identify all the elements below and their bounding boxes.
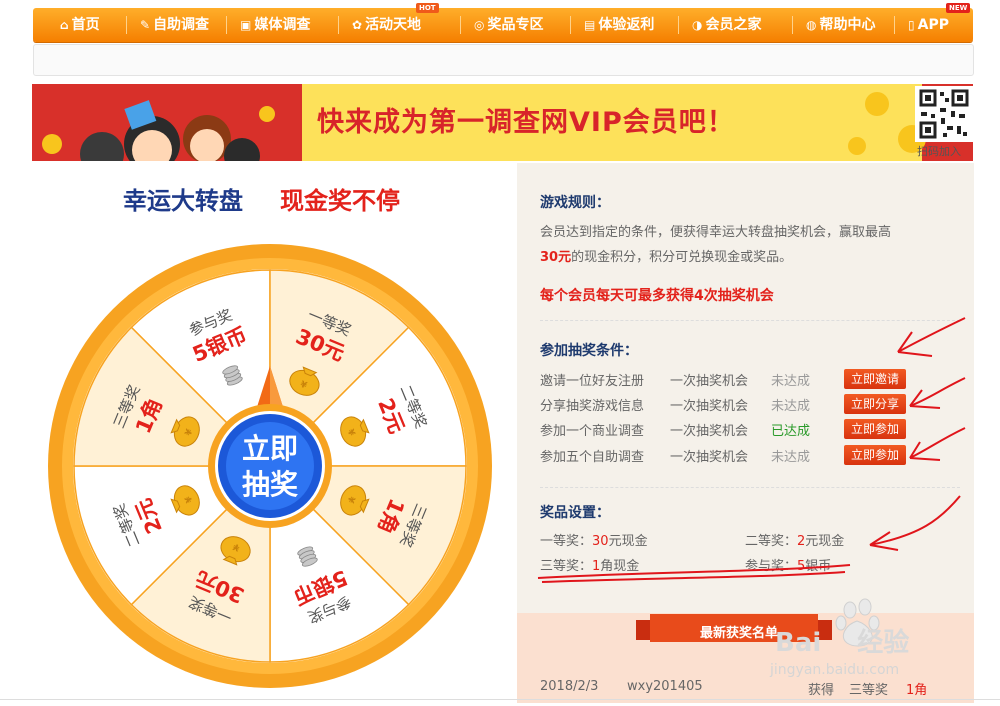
red-annotation-marks <box>537 317 966 583</box>
wallet-icon: ▤ <box>584 18 596 32</box>
wheel-title: 幸运大转盘 <box>123 187 243 215</box>
nav-item-7[interactable]: ◍ 帮助中心 <box>806 8 875 42</box>
draw-now-button[interactable]: 立即抽奖 <box>208 404 332 528</box>
nav-separator <box>570 16 571 34</box>
nav-item-label: APP <box>917 17 949 33</box>
nav-badge: HOT <box>416 3 439 13</box>
nav-separator <box>894 16 895 34</box>
nav-item-2[interactable]: ▣ 媒体调查 <box>240 8 310 42</box>
qr-code-icon <box>915 86 973 142</box>
sub-nav-bar <box>33 44 974 76</box>
wheel-slogan: 现金奖不停 <box>280 187 400 215</box>
prize-wheel[interactable]: 参与奖5银币一等奖30元¥ 二等奖2元¥三等奖1角¥参与奖5银币一等奖30元¥二等… <box>40 236 500 696</box>
nav-item-4[interactable]: ◎ 奖品专区 <box>474 8 543 42</box>
nav-item-label: 媒体调查 <box>254 17 311 33</box>
rules-text-line2-rest: 的现金积分，积分可兑换现金或奖品。 <box>571 250 793 265</box>
vip-banner[interactable]: 快来成为第一调查网VIP会员吧！ <box>32 84 973 161</box>
nav-item-6[interactable]: ◑ 会员之家 <box>692 8 761 42</box>
home-icon: ⌂ <box>60 18 69 32</box>
tv-icon: ▣ <box>240 18 252 32</box>
nav-item-label: 帮助中心 <box>819 17 876 33</box>
nav-item-label: 活动天地 <box>365 17 422 33</box>
nav-item-0[interactable]: ⌂ 首页 <box>60 8 100 42</box>
gift-icon: ✿ <box>352 18 363 32</box>
draw-button-line1: 立即 <box>242 432 298 465</box>
max-amount: 30元 <box>540 250 572 265</box>
nav-item-label: 会员之家 <box>705 17 762 33</box>
nav-badge: NEW <box>946 3 971 13</box>
coins-icon: ◎ <box>474 18 485 32</box>
nav-item-label: 自助调查 <box>153 17 210 33</box>
members-icon: ◑ <box>692 18 703 32</box>
watermark-brand: Bai 经验 <box>775 622 909 659</box>
watermark-brand-latin: Bai <box>775 628 822 658</box>
nav-item-5[interactable]: ▤ 体验返利 <box>584 8 654 42</box>
nav-item-8[interactable]: ▯ APP <box>908 8 949 42</box>
nav-separator <box>678 16 679 34</box>
winner-date: 2018/2/3 <box>540 679 599 694</box>
nav-separator <box>126 16 127 34</box>
banner-headline: 快来成为第一调查网VIP会员吧！ <box>317 107 735 138</box>
phone-icon: ▯ <box>908 18 915 32</box>
rules-heading: 游戏规则： <box>540 195 610 211</box>
nav-separator <box>226 16 227 34</box>
watermark-url: jingyan.baidu.com <box>770 662 900 678</box>
rules-text-line1: 会员达到指定的条件，便获得幸运大转盘抽奖机会，赢取最高 <box>540 225 892 240</box>
draw-button-line2: 抽奖 <box>242 468 298 501</box>
nav-item-3[interactable]: ✿ 活动天地 <box>352 8 421 42</box>
help-icon: ◍ <box>806 18 817 32</box>
nav-item-label: 首页 <box>71 17 100 33</box>
pencil-icon: ✎ <box>140 18 151 32</box>
nav-separator <box>792 16 793 34</box>
footer-divider <box>0 699 1000 700</box>
watermark-brand-cn: 经验 <box>857 628 910 658</box>
qr-caption: 扫码加入 <box>917 145 961 158</box>
rules-text-line2: 30元的现金积分，积分可兑换现金或奖品。 <box>540 246 792 265</box>
winner-user: wxy201405 <box>627 679 703 694</box>
daily-limit-notice: 每个会员每天可最多获得4次抽奖机会 <box>540 288 774 304</box>
nav-separator <box>338 16 339 34</box>
banner-people-illustration <box>42 100 275 161</box>
nav-item-label: 体验返利 <box>598 17 655 33</box>
nav-item-label: 奖品专区 <box>487 17 544 33</box>
nav-item-1[interactable]: ✎ 自助调查 <box>140 8 209 42</box>
nav-separator <box>460 16 461 34</box>
